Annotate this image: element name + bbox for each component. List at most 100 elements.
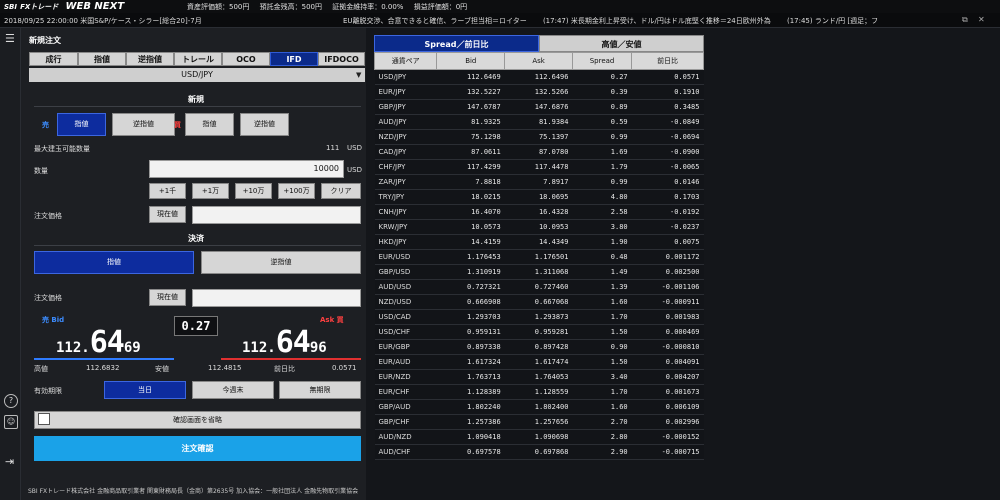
table-row[interactable]: GBP/CHF 1.257386 1.257656 2.70 0.002996	[374, 414, 704, 430]
change-cell: -0.000810	[631, 339, 704, 355]
spread-value: 0.27	[174, 316, 218, 336]
skip-confirm-toggle[interactable]: 確認画面を省略	[34, 411, 361, 429]
news-item[interactable]: (17:47) 米長期金利上昇受け、ドル/円はドル底堅く推移＝24日欧州外為	[543, 17, 771, 25]
settle-limit-button[interactable]: 指値	[34, 251, 194, 274]
pair-cell: GBP/CHF	[374, 414, 437, 430]
new-sell-limit-button[interactable]: 指値	[57, 113, 106, 136]
new-buy-stop-button[interactable]: 逆指値	[240, 113, 289, 136]
spread-cell: 0.99	[572, 129, 632, 145]
col-spread[interactable]: Spread	[571, 52, 633, 70]
table-row[interactable]: AUD/USD 0.727321 0.727460 1.39 -0.001106	[374, 279, 704, 295]
add-100k-button[interactable]: +10万	[235, 183, 272, 199]
brand-sbi: SBI	[4, 3, 17, 11]
table-row[interactable]: GBP/AUD 1.802240 1.802400 1.60 0.006109	[374, 399, 704, 415]
tab-spread-change[interactable]: Spread／前日比	[374, 35, 539, 52]
qty-input[interactable]: 10000	[149, 160, 344, 178]
menu-icon[interactable]: ☰	[5, 32, 15, 45]
table-row[interactable]: CAD/JPY 87.0611 87.0780 1.69 -0.0900	[374, 144, 704, 160]
bid-cell: 16.4070	[436, 204, 505, 220]
popout-icon[interactable]: ⧉	[962, 15, 968, 25]
clear-button[interactable]: クリア	[321, 183, 361, 199]
tab-ifd[interactable]: IFD	[270, 52, 318, 66]
table-row[interactable]: USD/CHF 0.959131 0.959281 1.50 0.000469	[374, 324, 704, 340]
table-row[interactable]: USD/CAD 1.293703 1.293873 1.70 0.001983	[374, 309, 704, 325]
spread-cell: 0.90	[572, 339, 632, 355]
expiry-today-button[interactable]: 当日	[104, 381, 186, 399]
tab-stop[interactable]: 逆指値	[126, 52, 174, 66]
currency-pair-select[interactable]: USD/JPY	[29, 68, 365, 82]
tab-ifdoco[interactable]: IFDOCO	[318, 52, 365, 66]
robot-icon[interactable]: ☺	[4, 415, 18, 429]
expiry-weekend-button[interactable]: 今週末	[192, 381, 274, 399]
bid-cell: 7.8818	[436, 174, 505, 190]
new-current-price-button[interactable]: 現在値	[149, 206, 186, 223]
footer-legal: SBI FXトレード株式会社 金融商品取引業者 関東財務局長（金商）第2635号…	[28, 488, 359, 495]
ask-cell: 75.1397	[504, 129, 573, 145]
table-row[interactable]: AUD/NZD 1.090418 1.090698 2.80 -0.000152	[374, 429, 704, 445]
tab-market[interactable]: 成行	[29, 52, 78, 66]
margin-ratio: 証拠金維持率：0.00%	[332, 3, 404, 11]
pair-cell: EUR/AUD	[374, 354, 437, 370]
settle-price-input[interactable]	[192, 289, 361, 307]
settle-stop-button[interactable]: 逆指値	[201, 251, 361, 274]
news-ticker[interactable]: EU離脱交渉、合意できると確信、ラーブ担当相＝ロイター (17:47) 米長期金…	[343, 16, 943, 26]
spread-cell: 1.49	[572, 264, 632, 280]
chevron-down-icon[interactable]: ▼	[356, 71, 361, 79]
bid-cell: 14.4159	[436, 234, 505, 250]
col-bid[interactable]: Bid	[436, 52, 506, 70]
table-row[interactable]: GBP/JPY 147.6787 147.6876 0.89 0.3485	[374, 99, 704, 115]
table-row[interactable]: CNH/JPY 16.4070 16.4328 2.58 -0.0192	[374, 204, 704, 220]
tab-limit[interactable]: 指値	[78, 52, 126, 66]
indicator-ticker[interactable]: 2018/09/25 22:00:00 米国S&P/ケース・シラー[総合20]-…	[4, 16, 202, 26]
news-item[interactable]: (17:45) ランド/円 [週足；フ	[787, 17, 878, 25]
panel-title: 新規注文	[29, 36, 61, 45]
table-row[interactable]: CHF/JPY 117.4299 117.4478 1.79 -0.0065	[374, 159, 704, 175]
tab-oco[interactable]: OCO	[222, 52, 270, 66]
table-row[interactable]: USD/JPY 112.6469 112.6496 0.27 0.0571	[374, 69, 704, 85]
table-row[interactable]: EUR/GBP 0.897338 0.897428 0.90 -0.000810	[374, 339, 704, 355]
spread-cell: 1.69	[572, 144, 632, 160]
bid-price[interactable]: 112.6469	[56, 325, 141, 360]
ask-cell: 87.0780	[504, 144, 573, 160]
brand-name: WEB NEXT	[65, 1, 125, 12]
table-row[interactable]: AUD/CHF 0.697578 0.697868 2.90 -0.000715	[374, 444, 704, 460]
table-row[interactable]: TRY/JPY 18.0215 18.0695 4.80 0.1703	[374, 189, 704, 205]
table-row[interactable]: NZD/JPY 75.1298 75.1397 0.99 -0.0694	[374, 129, 704, 145]
skip-confirm-checkbox[interactable]	[38, 413, 50, 425]
new-price-input[interactable]	[192, 206, 361, 224]
change-cell: 0.002996	[631, 414, 704, 430]
table-row[interactable]: EUR/JPY 132.5227 132.5266 0.39 0.1910	[374, 84, 704, 100]
close-icon[interactable]: ✕	[978, 15, 985, 24]
col-change[interactable]: 前日比	[631, 52, 704, 70]
low-label: 安値	[155, 365, 169, 373]
add-1m-button[interactable]: +100万	[278, 183, 315, 199]
col-ask[interactable]: Ask	[504, 52, 573, 70]
table-row[interactable]: ZAR/JPY 7.8818 7.8917 0.99 0.0146	[374, 174, 704, 190]
pair-cell: USD/CHF	[374, 324, 437, 340]
table-row[interactable]: AUD/JPY 81.9325 81.9384 0.59 -0.0849	[374, 114, 704, 130]
tab-trail[interactable]: トレール	[174, 52, 222, 66]
table-row[interactable]: KRW/JPY 10.0573 10.0953 3.80 -0.0237	[374, 219, 704, 235]
logout-icon[interactable]: ⇥	[5, 455, 14, 468]
add-10k-button[interactable]: +1万	[192, 183, 229, 199]
news-item[interactable]: EU離脱交渉、合意できると確信、ラーブ担当相＝ロイター	[343, 17, 527, 25]
new-sell-stop-button[interactable]: 逆指値	[112, 113, 175, 136]
table-row[interactable]: HKD/JPY 14.4159 14.4349 1.90 0.0075	[374, 234, 704, 250]
settle-current-price-button[interactable]: 現在値	[149, 289, 186, 306]
table-row[interactable]: EUR/AUD 1.617324 1.617474 1.50 0.004091	[374, 354, 704, 370]
sidebar	[0, 28, 21, 500]
add-1k-button[interactable]: +1千	[149, 183, 186, 199]
bid-cell: 87.0611	[436, 144, 505, 160]
new-buy-limit-button[interactable]: 指値	[185, 113, 234, 136]
table-row[interactable]: EUR/CHF 1.128389 1.128559 1.70 0.001673	[374, 384, 704, 400]
table-row[interactable]: EUR/USD 1.176453 1.176501 0.48 0.001172	[374, 249, 704, 265]
ask-price[interactable]: 112.6496	[242, 325, 327, 360]
expiry-indefinite-button[interactable]: 無期限	[279, 381, 361, 399]
help-icon[interactable]: ?	[4, 394, 18, 408]
tab-high-low[interactable]: 高値／安値	[539, 35, 704, 52]
table-row[interactable]: GBP/USD 1.310919 1.311068 1.49 0.002500	[374, 264, 704, 280]
table-row[interactable]: NZD/USD 0.666908 0.667068 1.60 -0.000911	[374, 294, 704, 310]
table-row[interactable]: EUR/NZD 1.763713 1.764053 3.40 0.004207	[374, 369, 704, 385]
col-pair[interactable]: 通貨ペア	[373, 52, 438, 70]
order-confirm-button[interactable]: 注文確認	[34, 436, 361, 461]
